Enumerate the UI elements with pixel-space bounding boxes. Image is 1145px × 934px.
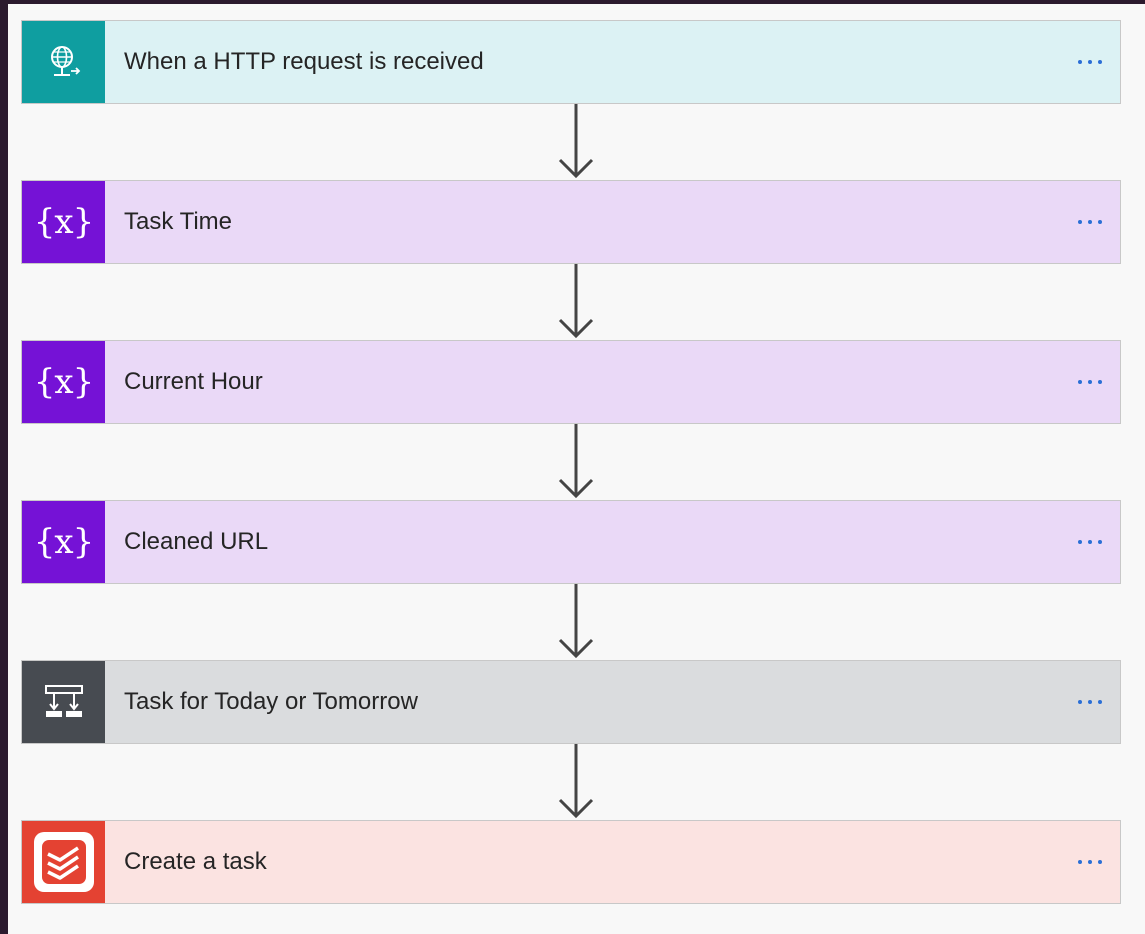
step-icon-box [22,21,105,103]
step-icon-box: {x} [22,341,105,423]
more-options-button[interactable] [1060,501,1120,583]
step-label: Task for Today or Tomorrow [124,688,418,715]
connector-arrow-icon [558,264,594,339]
ellipsis-icon [1078,380,1102,384]
step-icon-box: {x} [22,181,105,263]
step-task-time[interactable]: {x} Task Time [21,180,1121,264]
connector-arrow-icon [558,424,594,499]
step-icon-box: {x} [22,501,105,583]
ellipsis-icon [1078,700,1102,704]
more-options-button[interactable] [1060,821,1120,903]
step-label: Task Time [124,208,233,235]
step-label: When a HTTP request is received [124,48,484,75]
step-label: Cleaned URL [124,528,269,555]
condition-icon [44,685,83,717]
step-icon-box [22,661,105,743]
more-options-button[interactable] [1060,661,1120,743]
variable-icon: {x} [33,202,94,242]
connector-arrow-icon [558,584,594,659]
variable-icon: {x} [33,522,94,562]
todoist-icon [33,832,94,892]
step-condition[interactable]: Task for Today or Tomorrow [21,660,1121,744]
more-options-button[interactable] [1060,181,1120,263]
step-label: Current Hour [124,368,263,395]
variable-icon: {x} [33,362,94,402]
step-cleaned-url[interactable]: {x} Cleaned URL [21,500,1121,584]
http-request-globe-icon [50,46,80,76]
connector-arrow-icon [558,104,594,179]
flow-canvas: When a HTTP request is received {x} Task… [8,4,1145,934]
ellipsis-icon [1078,220,1102,224]
more-options-button[interactable] [1060,341,1120,423]
connector-arrow-icon [558,744,594,819]
more-options-button[interactable] [1060,21,1120,103]
ellipsis-icon [1078,540,1102,544]
ellipsis-icon [1078,60,1102,64]
step-create-task[interactable]: Create a task [21,820,1121,904]
ellipsis-icon [1078,860,1102,864]
step-current-hour[interactable]: {x} Current Hour [21,340,1121,424]
step-icon-box [22,821,105,903]
step-label: Create a task [124,848,267,875]
step-http-trigger[interactable]: When a HTTP request is received [21,20,1121,104]
